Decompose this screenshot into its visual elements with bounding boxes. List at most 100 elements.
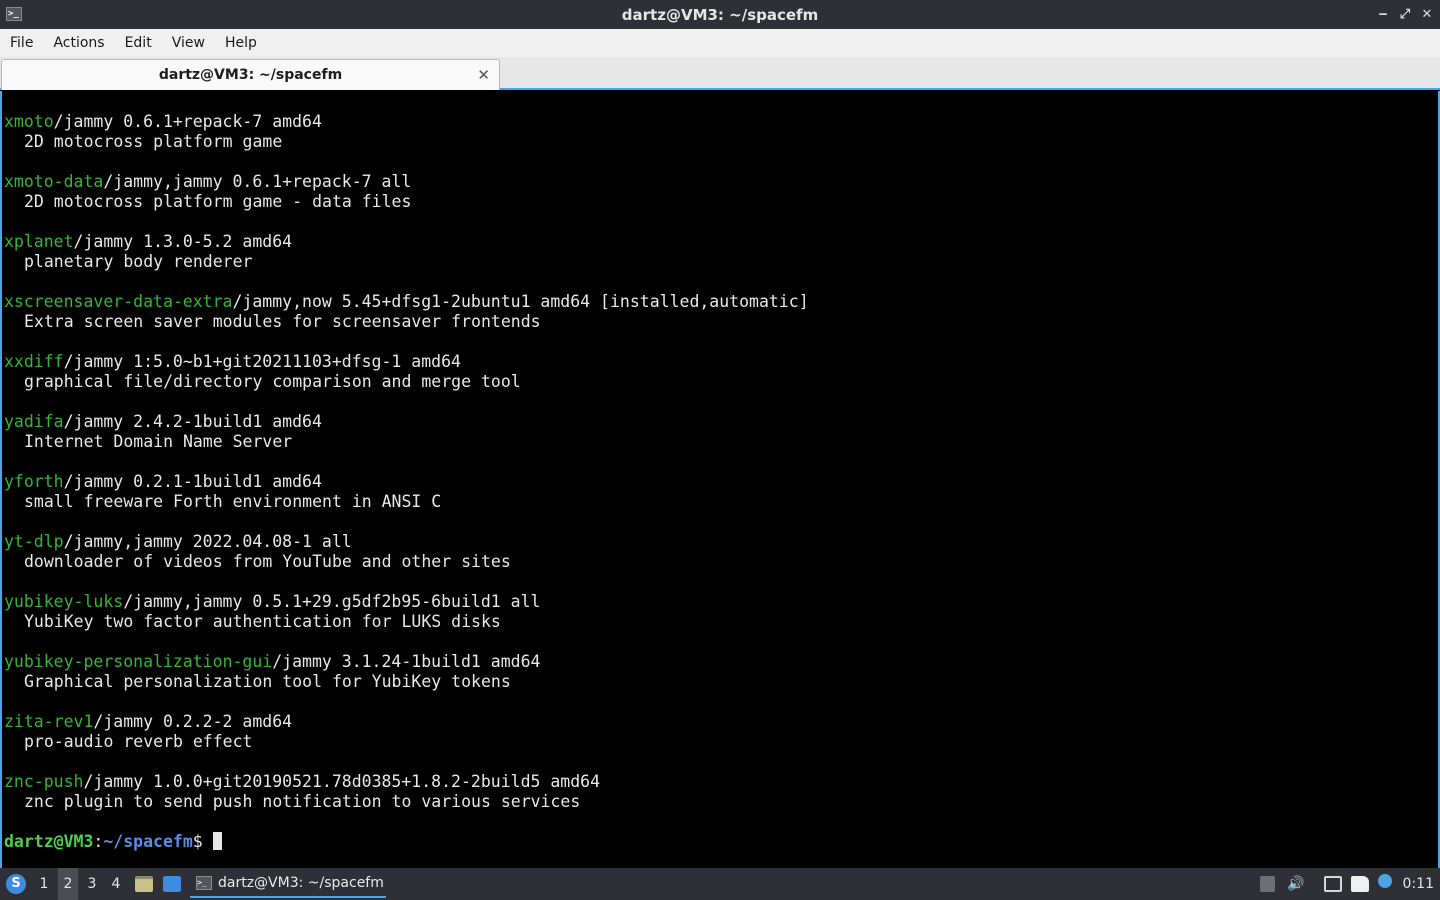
package-name: yt-dlp — [4, 532, 64, 551]
eject-tray-icon[interactable] — [1260, 876, 1275, 892]
maximize-icon[interactable]: ⤢ — [1398, 7, 1412, 22]
package-version: /jammy 0.2.2-2 amd64 — [93, 712, 293, 731]
package-version: /jammy,jammy 0.5.1+29.g5df2b95-6build1 a… — [123, 592, 541, 611]
prompt-path: ~/spacefm — [103, 832, 193, 851]
package-description: Internet Domain Name Server — [24, 432, 293, 451]
package-line: zita-rev1/jammy 0.2.2-2 amd64 — [4, 712, 809, 732]
package-description: 2D motocross platform game - data files — [24, 192, 412, 211]
volume-icon[interactable]: 🔊 — [1287, 876, 1305, 892]
package-version: /jammy 3.1.24-1build1 amd64 — [272, 652, 541, 671]
package-description: znc plugin to send push notification to … — [24, 792, 581, 811]
package-description: downloader of videos from YouTube and ot… — [24, 552, 511, 571]
package-name: yubikey-luks — [4, 592, 124, 611]
menu-view[interactable]: View — [162, 29, 215, 57]
package-description: YubiKey two factor authentication for LU… — [24, 612, 501, 631]
clock[interactable]: 0:11 — [1403, 868, 1434, 900]
menu-edit[interactable]: Edit — [115, 29, 162, 57]
package-line: yt-dlp/jammy,jammy 2022.04.08-1 all — [4, 532, 809, 552]
start-menu-icon[interactable]: S — [6, 874, 26, 894]
package-name: zita-rev1 — [4, 712, 94, 731]
prompt-symbol: $ — [192, 832, 213, 851]
menu-file[interactable]: File — [0, 29, 43, 57]
package-description: 2D motocross platform game — [24, 132, 283, 151]
package-version: /jammy 0.2.1-1build1 amd64 — [63, 472, 322, 491]
prompt-user: dartz@VM3 — [4, 832, 94, 851]
package-version: /jammy,jammy 2022.04.08-1 all — [63, 532, 352, 551]
package-description: pro-audio reverb effect — [24, 732, 253, 751]
network-icon[interactable] — [1324, 876, 1342, 892]
taskbar: S 1 2 3 4 >_ dartz@VM3: ~/spacefm 🔊 0:11 — [0, 868, 1440, 900]
update-notifier-icon[interactable] — [1378, 874, 1392, 888]
package-name: xmoto-data — [4, 172, 104, 191]
package-line: xxdiff/jammy 1:5.0~b1+git20211103+dfsg-1… — [4, 352, 809, 372]
package-name: yforth — [4, 472, 64, 491]
package-line: znc-push/jammy 1.0.0+git20190521.78d0385… — [4, 772, 809, 792]
tab-terminal[interactable]: dartz@VM3: ~/spacefm ✕ — [1, 59, 500, 90]
prompt-separator: : — [93, 832, 104, 851]
package-version: /jammy 1:5.0~b1+git20211103+dfsg-1 amd64 — [63, 352, 461, 371]
package-name: xxdiff — [4, 352, 64, 371]
package-line: yforth/jammy 0.2.1-1build1 amd64 — [4, 472, 809, 492]
package-line: yubikey-personalization-gui/jammy 3.1.24… — [4, 652, 809, 672]
package-line: xmoto-data/jammy,jammy 0.6.1+repack-7 al… — [4, 172, 809, 192]
package-name: yadifa — [4, 412, 64, 431]
menu-help[interactable]: Help — [215, 29, 267, 57]
workspace-3[interactable]: 3 — [82, 868, 102, 900]
package-line: xscreensaver-data-extra/jammy,now 5.45+d… — [4, 292, 809, 312]
package-name: znc-push — [4, 772, 84, 791]
package-version: /jammy,jammy 0.6.1+repack-7 all — [103, 172, 412, 191]
clipboard-icon[interactable] — [1351, 876, 1369, 892]
package-version: /jammy 2.4.2-1build1 amd64 — [63, 412, 322, 431]
desktop-launcher-icon[interactable] — [163, 876, 181, 892]
package-name: xscreensaver-data-extra — [4, 292, 233, 311]
menu-actions[interactable]: Actions — [43, 29, 114, 57]
package-name: yubikey-personalization-gui — [4, 652, 273, 671]
package-description: planetary body renderer — [24, 252, 253, 271]
package-version: /jammy 0.6.1+repack-7 amd64 — [53, 112, 322, 131]
window-title: dartz@VM3: ~/spacefm — [621, 5, 819, 24]
package-name: xplanet — [4, 232, 74, 251]
workspace-2[interactable]: 2 — [58, 868, 78, 900]
terminal-app-icon[interactable]: >_ — [6, 7, 22, 21]
taskbar-task-terminal[interactable]: >_ dartz@VM3: ~/spacefm — [190, 870, 386, 898]
package-description: graphical file/directory comparison and … — [24, 372, 521, 391]
minimize-icon[interactable]: ‒ — [1376, 7, 1390, 22]
package-line: yubikey-luks/jammy,jammy 0.5.1+29.g5df2b… — [4, 592, 809, 612]
package-version: /jammy 1.3.0-5.2 amd64 — [73, 232, 293, 251]
package-description: Graphical personalization tool for YubiK… — [24, 672, 511, 691]
tab-close-icon[interactable]: ✕ — [477, 66, 490, 84]
task-label: dartz@VM3: ~/spacefm — [218, 875, 384, 891]
tab-bar: dartz@VM3: ~/spacefm ✕ — [0, 57, 1440, 90]
tab-label: dartz@VM3: ~/spacefm — [158, 67, 343, 83]
shell-prompt[interactable]: dartz@VM3:~/spacefm$ — [4, 832, 809, 852]
terminal-task-icon: >_ — [196, 876, 212, 890]
close-icon[interactable]: ✕ — [1420, 7, 1434, 22]
terminal-output: xmoto/jammy 0.6.1+repack-7 amd64 2D motoc… — [4, 112, 809, 852]
package-line: xplanet/jammy 1.3.0-5.2 amd64 — [4, 232, 809, 252]
package-description: small freeware Forth environment in ANSI… — [24, 492, 442, 511]
package-description: Extra screen saver modules for screensav… — [24, 312, 541, 331]
package-line: xmoto/jammy 0.6.1+repack-7 amd64 — [4, 112, 809, 132]
package-version: /jammy 1.0.0+git20190521.78d0385+1.8.2-2… — [83, 772, 601, 791]
package-version: /jammy,now 5.45+dfsg1-2ubuntu1 amd64 [in… — [232, 292, 809, 311]
workspace-4[interactable]: 4 — [106, 868, 126, 900]
workspace-1[interactable]: 1 — [34, 868, 54, 900]
package-name: xmoto — [4, 112, 54, 131]
terminal-view[interactable]: xmoto/jammy 0.6.1+repack-7 amd64 2D motoc… — [0, 91, 1440, 868]
menu-bar: File Actions Edit View Help — [0, 29, 1440, 57]
window-titlebar[interactable]: >_ dartz@VM3: ~/spacefm ‒ ⤢ ✕ — [0, 0, 1440, 29]
file-manager-launcher-icon[interactable] — [135, 876, 153, 892]
text-cursor — [212, 832, 222, 850]
